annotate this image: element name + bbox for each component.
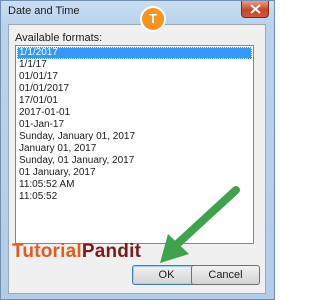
format-list-item[interactable]: 01/01/17	[17, 71, 58, 83]
close-button[interactable]	[241, 1, 269, 18]
format-list-item[interactable]: 17/01/01	[17, 95, 58, 107]
format-list-item[interactable]: 1/1/2017	[17, 47, 252, 59]
dialog-client-area: Available formats: 1/1/2017 1/1/17 01/01/1…	[8, 24, 266, 294]
format-list-item[interactable]: 2017-01-01	[17, 107, 70, 119]
brand-watermark: TutorialPandit	[12, 241, 141, 263]
format-list-item[interactable]: 11:05:52	[17, 191, 57, 203]
available-formats-label: Available formats:	[15, 32, 103, 44]
format-list-item[interactable]: 01/01/2017	[17, 83, 69, 95]
brand-part-1: Tutorial	[12, 241, 82, 262]
cancel-button[interactable]: Cancel	[191, 265, 260, 285]
format-list-item[interactable]: Sunday, 01 January, 2017	[17, 155, 134, 167]
format-list-item[interactable]: Sunday, January 01, 2017	[17, 131, 135, 143]
format-list-item[interactable]: January 01, 2017	[17, 143, 96, 155]
window-title: Date and Time	[8, 5, 80, 17]
formats-listbox[interactable]: 1/1/2017 1/1/17 01/01/17 01/01/2017 17/01/01…	[15, 45, 254, 244]
dialog-window: Date and Time Available formats: 1/1/201…	[0, 0, 275, 300]
format-list-item[interactable]: 11:05:52 AM	[17, 179, 74, 191]
format-list-item[interactable]: 01-Jan-17	[17, 119, 64, 131]
logo-badge: T	[142, 8, 164, 30]
close-icon	[250, 4, 261, 14]
brand-part-2: Pandit	[81, 241, 142, 262]
format-list-item[interactable]: 1/1/17	[17, 59, 47, 71]
title-bar[interactable]: Date and Time	[1, 1, 274, 23]
format-list-item[interactable]: 01 January, 2017	[17, 167, 96, 179]
